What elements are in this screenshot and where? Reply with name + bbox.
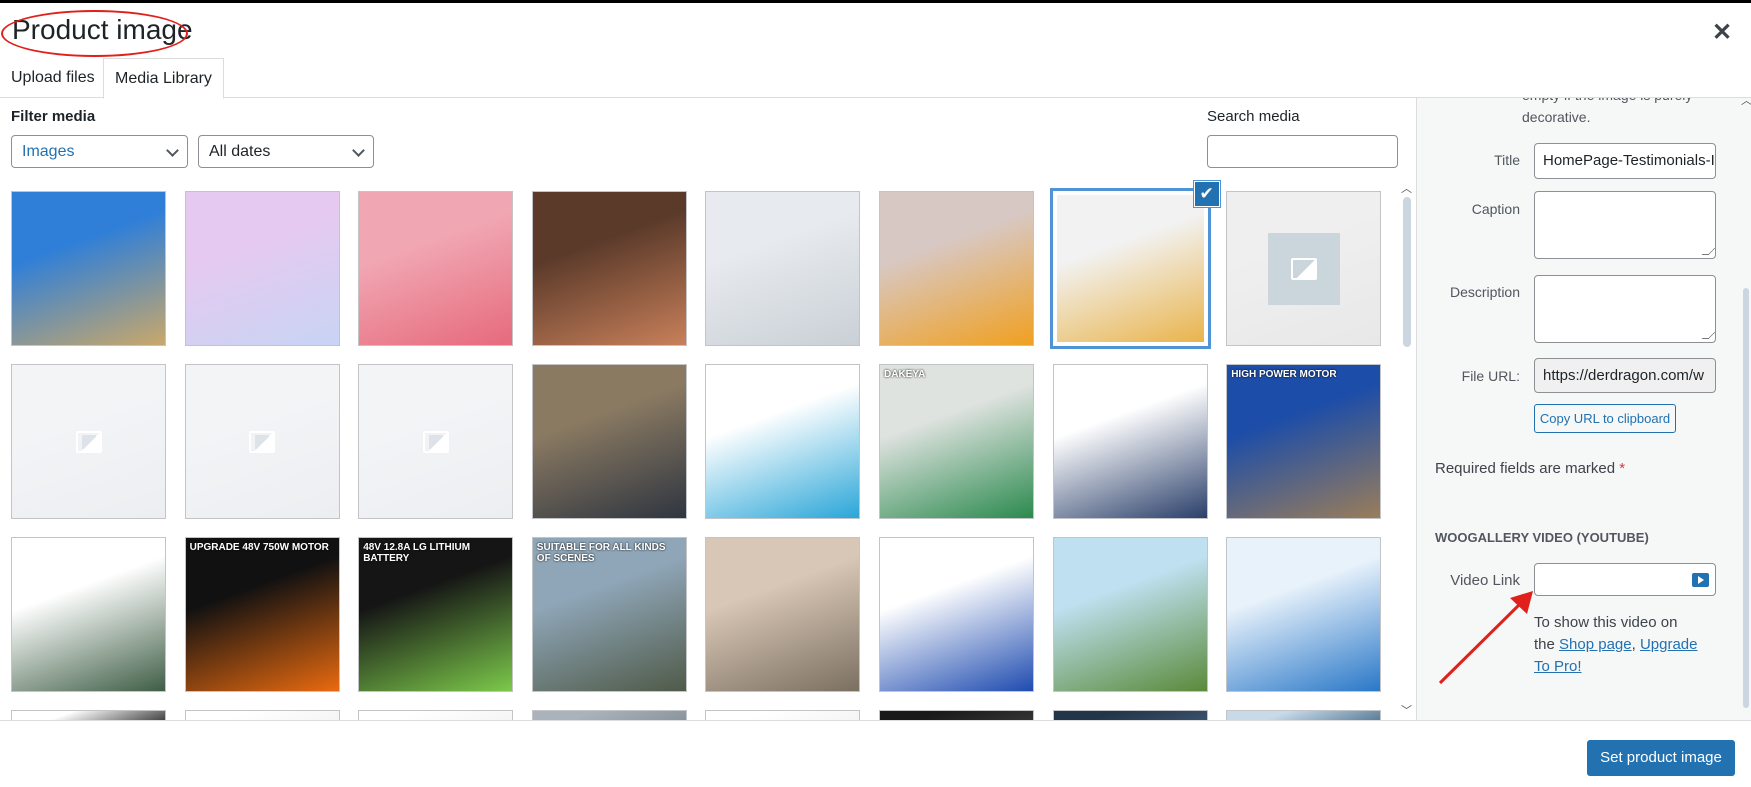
- annotation-arrow: [1438, 591, 1533, 685]
- modal-footer: Set product image: [0, 720, 1751, 787]
- set-product-image-button[interactable]: Set product image: [1587, 740, 1735, 776]
- arrow-shaft: [1438, 600, 1524, 685]
